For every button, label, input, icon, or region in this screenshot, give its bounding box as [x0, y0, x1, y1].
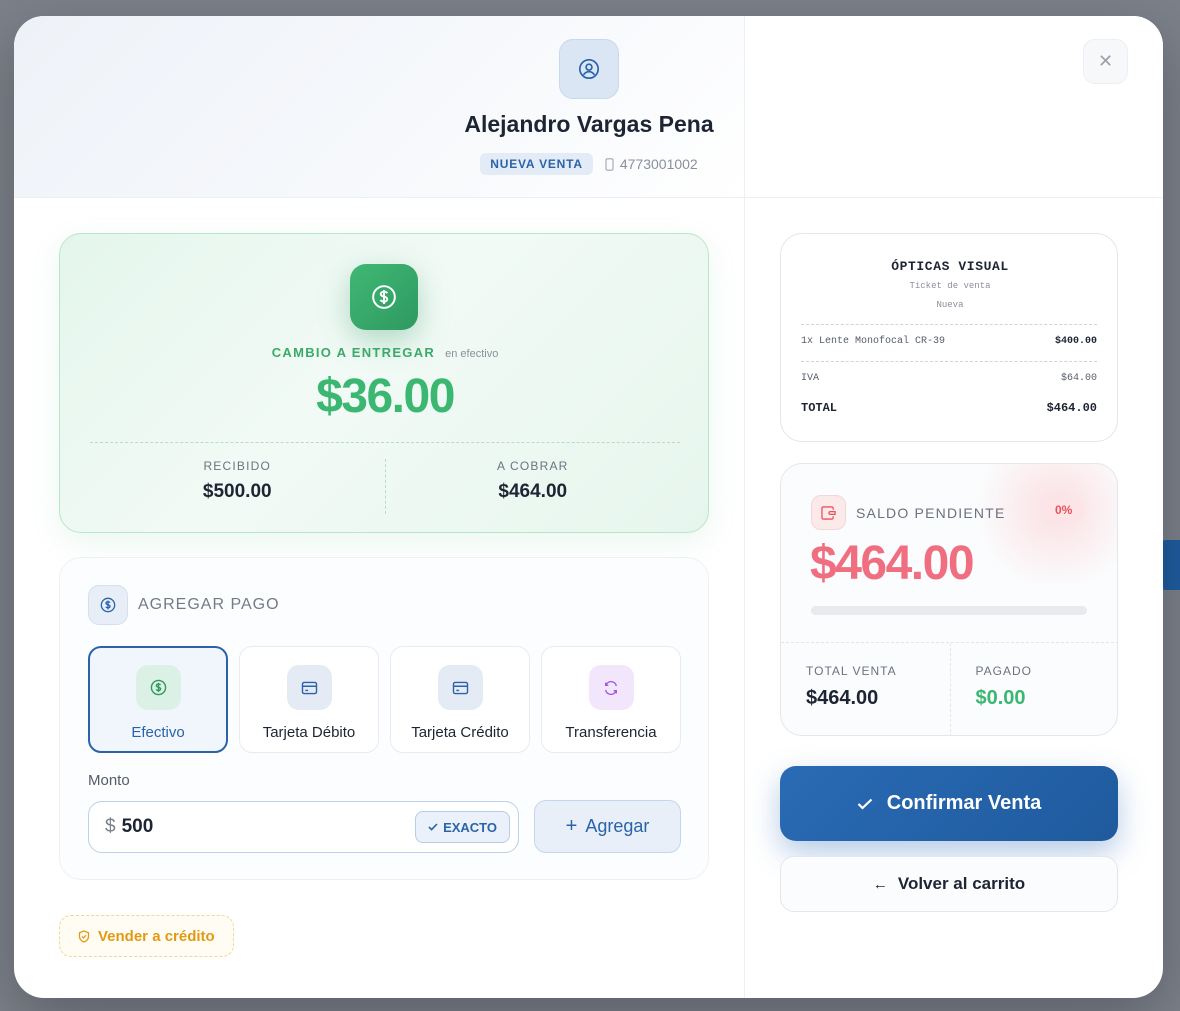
back-to-cart-label: Volver al carrito — [897, 874, 1026, 893]
ticket-tax-value: $64.00 — [1060, 373, 1097, 384]
ticket-total-value: $464.00 — [1046, 401, 1097, 415]
wallet-icon — [821, 505, 836, 520]
method-debit-label: Tarjeta Débito — [262, 724, 356, 741]
payment-progress-bar — [811, 606, 1087, 615]
received-label: RECIBIDO — [203, 459, 272, 473]
ticket-total-label: TOTAL — [801, 401, 838, 415]
to-charge-block: A COBRAR $464.00 — [386, 459, 681, 514]
cash-icon — [150, 679, 166, 696]
pending-balance-card: SALDO PENDIENTE 0% $464.00 TOTAL VENTA $… — [780, 463, 1118, 736]
add-payment-title: AGREGAR PAGO — [138, 596, 280, 613]
received-block: RECIBIDO $500.00 — [90, 459, 386, 514]
paid-block: PAGADO $0.00 — [951, 643, 1118, 735]
change-card: CAMBIO A ENTREGAR en efectivo $36.00 REC… — [59, 233, 709, 533]
balance-amount: $464.00 — [810, 537, 975, 590]
change-label: CAMBIO A ENTREGAR — [271, 345, 436, 360]
add-payment-card: AGREGAR PAGO Efectivo Tarjeta Débito Tar… — [59, 557, 709, 880]
phone-icon — [605, 157, 614, 171]
close-icon: ✕ — [1097, 51, 1114, 71]
method-transfer-icon-box — [588, 665, 634, 710]
amount-label: Monto — [88, 772, 130, 789]
method-debit-card[interactable]: Tarjeta Débito — [239, 646, 379, 753]
transfer-icon — [605, 680, 617, 695]
ticket-total-row: TOTAL $464.00 — [801, 401, 1097, 415]
sell-on-credit-label: Vender a crédito — [98, 927, 215, 945]
received-value: $500.00 — [202, 481, 272, 502]
balance-title: SALDO PENDIENTE — [856, 504, 1006, 521]
customer-avatar — [559, 39, 619, 99]
change-sublabel: en efectivo — [445, 348, 499, 360]
ticket-item-amount: $400.00 — [1054, 336, 1097, 347]
check-icon — [857, 798, 873, 810]
exact-amount-button[interactable]: EXACTO — [415, 811, 510, 843]
customer-phone: 4773001002 — [605, 156, 698, 172]
method-debit-icon-box — [286, 665, 332, 710]
ticket-status: Nueva — [936, 300, 964, 310]
customer-meta: NUEVA VENTA 4773001002 — [314, 153, 864, 175]
ticket-tax-label: IVA — [801, 373, 820, 384]
paid-percent-badge: 0% — [1043, 499, 1085, 521]
to-charge-value: $464.00 — [498, 481, 568, 502]
balance-summary: TOTAL VENTA $464.00 PAGADO $0.00 — [781, 643, 1118, 735]
total-sale-label: TOTAL VENTA — [806, 664, 897, 678]
amount-input[interactable]: $ 500 EXACTO — [88, 801, 519, 853]
card-icon — [301, 681, 317, 694]
to-charge-label: A COBRAR — [496, 459, 569, 473]
exact-label: EXACTO — [443, 819, 497, 835]
arrow-left-icon: ← — [872, 875, 888, 893]
ticket-item-desc: 1x Lente Monofocal CR-39 — [801, 336, 946, 347]
payment-header-icon-box — [88, 585, 128, 625]
sell-on-credit-button[interactable]: Vender a crédito — [59, 915, 234, 957]
paid-label: PAGADO — [975, 664, 1032, 678]
sale-ticket: ÓPTICAS VISUAL Ticket de venta Nueva 1x … — [780, 233, 1118, 442]
ticket-tax-row: IVA $64.00 — [801, 373, 1097, 384]
change-icon-box — [350, 264, 418, 330]
method-cash[interactable]: Efectivo — [88, 646, 228, 753]
ticket-divider — [801, 324, 1097, 325]
dollar-circle-icon — [372, 285, 396, 309]
add-payment-label: Agregar — [585, 816, 650, 836]
paid-value: $0.00 — [975, 687, 1026, 709]
method-credit-icon-box — [437, 665, 483, 710]
balance-icon-box — [811, 495, 846, 530]
change-label-row: CAMBIO A ENTREGAR en efectivo — [60, 345, 710, 360]
sale-status-badge: NUEVA VENTA — [480, 153, 593, 175]
change-amount: $36.00 — [316, 370, 455, 423]
user-circle-icon — [579, 59, 599, 79]
backdrop-accent — [1160, 540, 1180, 590]
total-sale-value: $464.00 — [806, 687, 879, 709]
amount-value[interactable]: 500 — [122, 816, 415, 838]
plus-icon: + — [565, 815, 578, 837]
close-button[interactable]: ✕ — [1083, 39, 1128, 84]
method-transfer[interactable]: Transferencia — [541, 646, 681, 753]
method-cash-icon-box — [135, 665, 181, 710]
change-divider — [90, 442, 680, 443]
add-payment-button[interactable]: + Agregar — [534, 800, 681, 853]
check-icon — [428, 823, 438, 831]
total-sale-block: TOTAL VENTA $464.00 — [781, 643, 951, 735]
customer-name: Alejandro Vargas Pena — [464, 111, 714, 137]
payment-methods: Efectivo Tarjeta Débito Tarjeta Crédito — [88, 646, 681, 753]
ticket-item-row: 1x Lente Monofocal CR-39 $400.00 — [801, 336, 1097, 347]
shield-icon — [78, 929, 90, 943]
phone-number: 4773001002 — [619, 156, 698, 172]
method-cash-label: Efectivo — [131, 724, 185, 741]
dollar-circle-icon — [100, 597, 116, 613]
change-summary: RECIBIDO $500.00 A COBRAR $464.00 — [90, 459, 680, 514]
ticket-subtitle: Ticket de venta — [909, 281, 991, 291]
ticket-store-name: ÓPTICAS VISUAL — [891, 259, 1009, 274]
add-payment-header: AGREGAR PAGO — [88, 585, 280, 625]
balance-header: SALDO PENDIENTE — [811, 495, 1005, 530]
currency-sign: $ — [105, 816, 116, 837]
ticket-divider — [801, 361, 1097, 362]
method-credit-label: Tarjeta Crédito — [411, 724, 509, 741]
confirm-sale-label: Confirmar Venta — [886, 792, 1042, 814]
checkout-modal: Alejandro Vargas Pena NUEVA VENTA 477300… — [14, 16, 1163, 998]
confirm-sale-button[interactable]: Confirmar Venta — [780, 766, 1118, 841]
method-credit-card[interactable]: Tarjeta Crédito — [390, 646, 530, 753]
back-to-cart-button[interactable]: ← Volver al carrito — [780, 856, 1118, 912]
method-transfer-label: Transferencia — [565, 724, 657, 741]
card-icon — [452, 681, 468, 694]
